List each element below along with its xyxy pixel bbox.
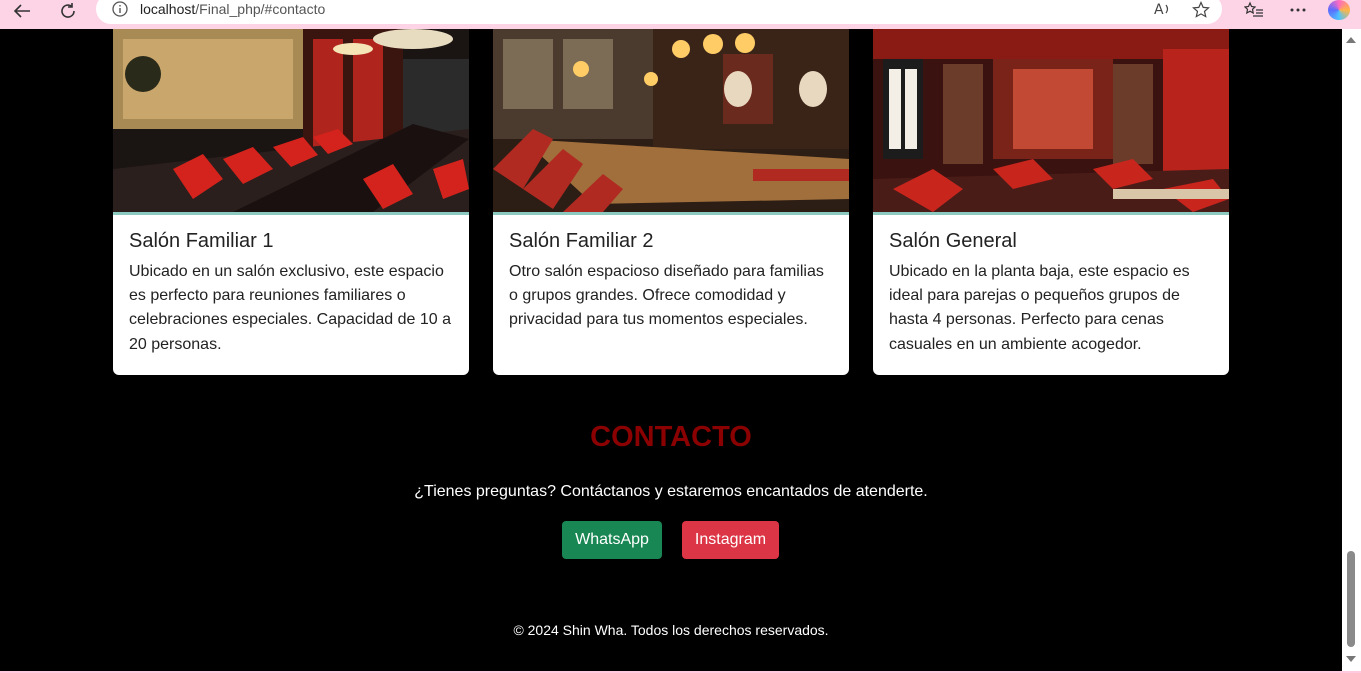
whatsapp-button[interactable]: WhatsApp [562,521,662,559]
scrollbar-thumb[interactable] [1347,551,1355,647]
footer-copyright: © 2024 Shin Wha. Todos los derechos rese… [513,622,829,638]
read-aloud-icon[interactable]: A [1154,1,1172,17]
favorites-list-icon[interactable] [1242,0,1266,20]
room-title: Salón General [889,230,1017,252]
contact-title: CONTACTO [590,421,752,453]
instagram-button[interactable]: Instagram [682,521,779,559]
favorite-star-icon[interactable] [1192,1,1210,19]
room-photo [873,29,1229,215]
room-card-familiar-1: Salón Familiar 1 Ubicado en un salón exc… [113,29,469,375]
room-title: Salón Familiar 1 [129,230,274,252]
page-viewport: Salón Familiar 1 Ubicado en un salón exc… [0,29,1342,671]
room-description: Otro salón espacioso diseñado para famil… [509,263,824,329]
info-icon[interactable] [112,1,128,17]
room-photo [113,29,469,215]
back-arrow-icon[interactable] [8,0,36,22]
more-options-icon[interactable] [1286,0,1310,20]
room-description: Ubicado en un salón exclusivo, este espa… [129,263,451,353]
copilot-icon[interactable] [1328,0,1350,20]
scroll-down-arrow-icon[interactable] [1346,656,1356,662]
room-photo [493,29,849,215]
room-description: Ubicado en la planta baja, este espacio … [889,263,1190,353]
room-card-familiar-2: Salón Familiar 2 Otro salón espacioso di… [493,29,849,375]
scroll-up-arrow-icon[interactable] [1346,37,1356,43]
url-text: localhost/Final_php/#contacto [140,1,325,17]
url-host: localhost [140,1,196,17]
url-path: /Final_php/#contacto [195,1,326,17]
room-title: Salón Familiar 2 [509,230,654,252]
room-card-general: Salón General Ubicado en la planta baja,… [873,29,1229,375]
refresh-icon[interactable] [54,0,82,22]
svg-text:A: A [1154,2,1164,17]
vertical-scrollbar[interactable] [1342,29,1361,671]
contact-text: ¿Tienes preguntas? Contáctanos y estarem… [414,483,928,500]
browser-toolbar: localhost/Final_php/#contacto A [0,0,1361,29]
address-bar[interactable]: localhost/Final_php/#contacto A [96,0,1222,24]
